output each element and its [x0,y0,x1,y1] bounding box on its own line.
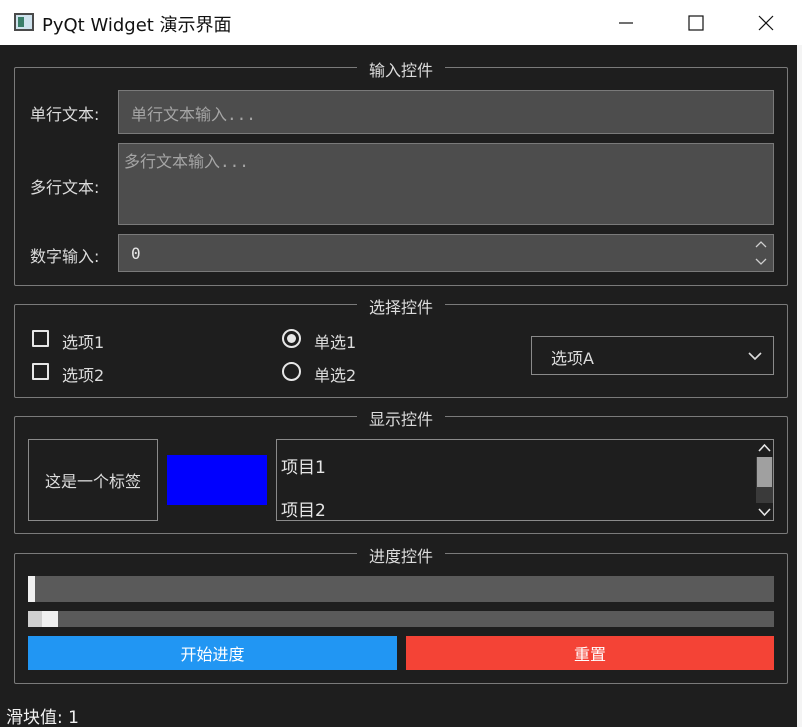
maximize-icon [688,14,704,31]
color-swatch [167,455,267,505]
chevron-down-icon [758,508,771,517]
number-value: 0 [131,244,141,263]
close-icon [758,15,774,30]
single-line-input[interactable]: 单行文本输入... [118,90,774,134]
checkbox-option-1[interactable] [32,330,49,347]
input-group-title: 输入控件 [356,61,445,80]
number-spinbox[interactable]: 0 [118,234,774,272]
radio-option-2[interactable] [282,362,301,381]
scroll-thumb[interactable] [757,457,772,487]
slider-handle[interactable] [42,611,59,627]
progress-fill [28,576,36,602]
combobox-value: 选项A [551,349,594,368]
scroll-down-button[interactable] [756,503,773,520]
multi-line-placeholder: 多行文本输入... [124,152,249,171]
slider-fill [28,611,44,627]
radio-option-1-label: 单选1 [314,333,357,352]
progress-bar [28,576,774,602]
single-line-label: 单行文本: [30,105,100,124]
value-slider[interactable] [28,611,774,627]
maximize-button[interactable] [660,0,732,45]
title-bar: PyQt Widget 演示界面 [0,0,802,45]
close-button[interactable] [730,0,802,45]
window-title: PyQt Widget 演示界面 [42,15,232,36]
minimize-button[interactable] [590,0,662,45]
single-line-placeholder: 单行文本输入... [131,105,256,124]
option-combobox[interactable]: 选项A [531,336,774,375]
select-group-title: 选择控件 [356,298,445,317]
item-list[interactable]: 项目1 项目2 [276,439,774,521]
multi-line-input[interactable]: 多行文本输入... [118,143,774,225]
number-label: 数字输入: [30,247,100,266]
reset-button[interactable]: 重置 [406,636,774,670]
list-item[interactable]: 项目2 [281,496,326,520]
display-label-text: 这是一个标签 [44,472,141,491]
list-item[interactable]: 项目1 [281,453,326,478]
spin-arrows-icon[interactable] [755,238,767,268]
checkbox-option-1-label: 选项1 [62,333,105,352]
display-group-title: 显示控件 [356,410,445,429]
radio-option-1[interactable] [282,329,301,348]
chevron-down-icon [748,352,762,361]
minimize-icon [619,21,633,24]
chevron-up-icon [758,443,771,452]
multi-line-label: 多行文本: [30,178,100,197]
radio-option-2-label: 单选2 [314,366,357,385]
slider-value-label: 滑块值: 1 [6,708,79,727]
progress-group-title: 进度控件 [356,547,445,566]
display-label: 这是一个标签 [28,439,158,521]
app-window-icon [14,13,34,31]
start-progress-button[interactable]: 开始进度 [28,636,397,670]
scroll-up-button[interactable] [756,440,773,457]
list-scrollbar[interactable] [756,440,773,520]
checkbox-option-2-label: 选项2 [62,366,105,385]
checkbox-option-2[interactable] [32,363,49,380]
window-edge [797,45,802,727]
